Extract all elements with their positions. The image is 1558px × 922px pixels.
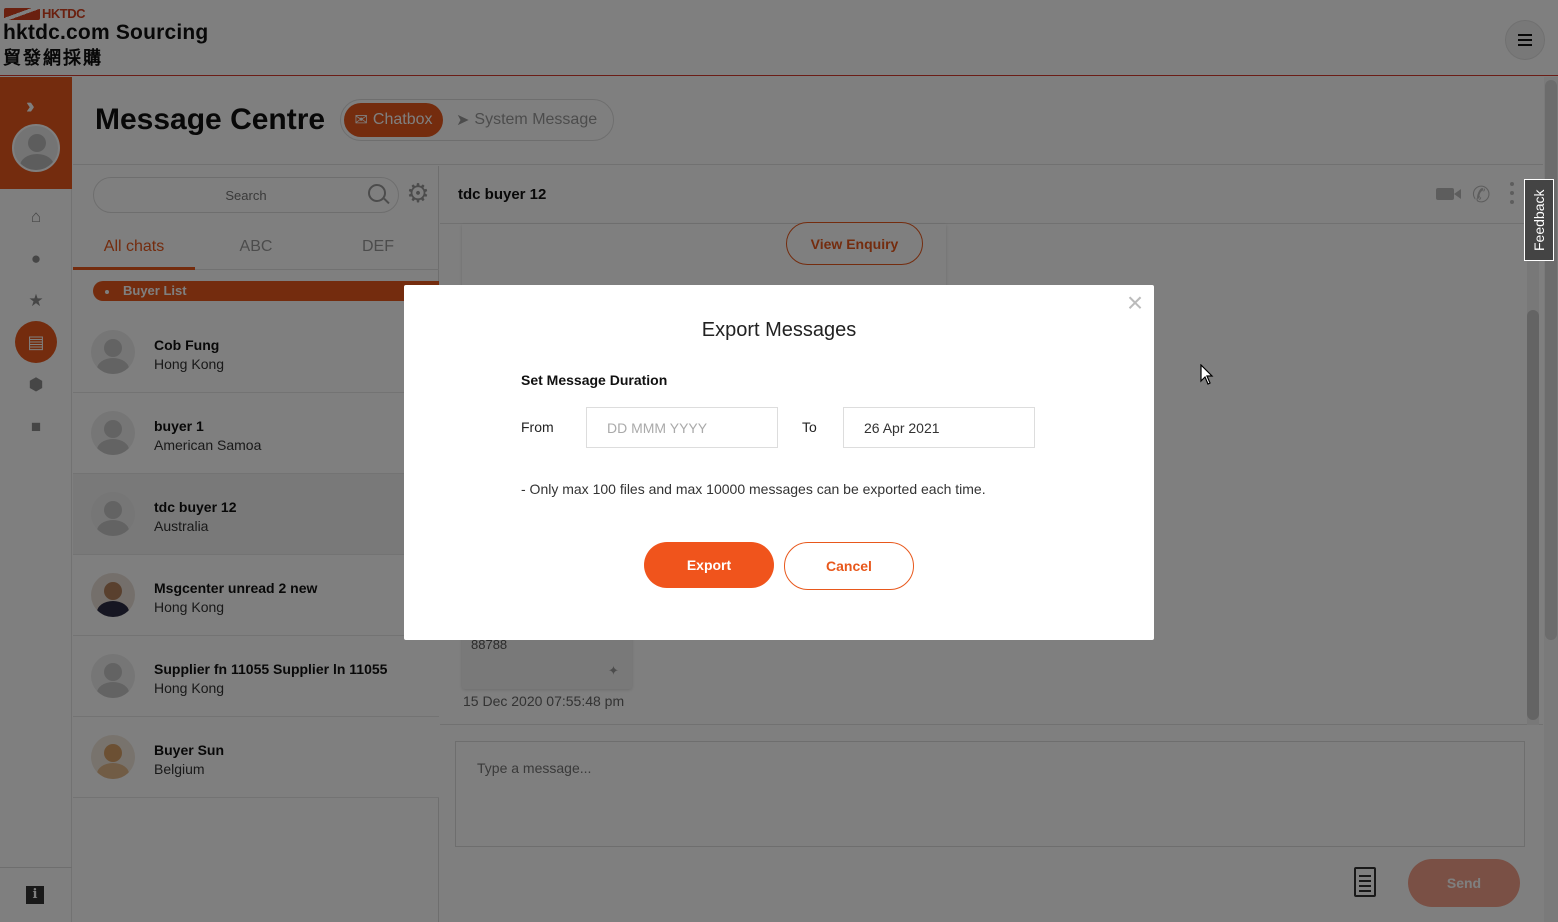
export-limit-note: - Only max 100 files and max 10000 messa…	[521, 481, 986, 497]
from-label: From	[521, 419, 554, 435]
to-date-field[interactable]	[843, 407, 1035, 448]
to-label: To	[802, 419, 817, 435]
close-icon[interactable]: ×	[1123, 289, 1147, 317]
from-date-input[interactable]	[587, 408, 777, 447]
feedback-tab[interactable]: Feedback	[1524, 179, 1554, 261]
to-date-input[interactable]	[844, 408, 1034, 447]
modal-subhead: Set Message Duration	[521, 372, 668, 388]
cancel-button[interactable]: Cancel	[784, 542, 914, 590]
export-button[interactable]: Export	[644, 542, 774, 588]
export-messages-modal: × Export Messages Set Message Duration F…	[404, 285, 1154, 640]
from-date-field[interactable]	[586, 407, 778, 448]
modal-title: Export Messages	[701, 319, 857, 341]
